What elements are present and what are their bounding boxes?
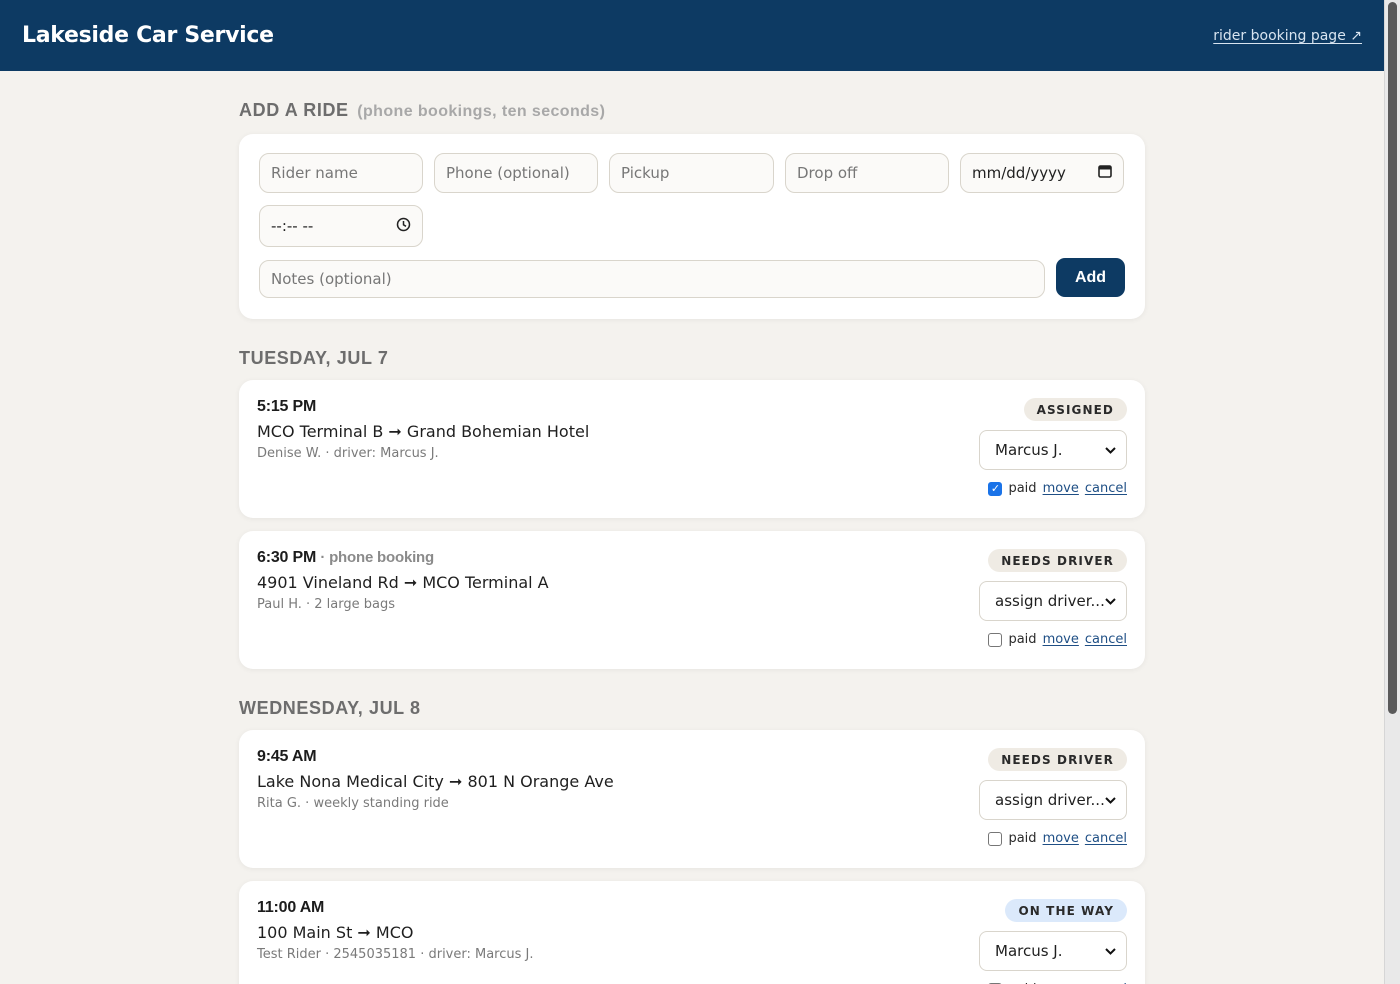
rider-name-placeholder: Rider name [271,164,358,182]
driver-select[interactable]: Marcus J. [979,931,1127,971]
paid-checkbox[interactable] [988,632,1003,647]
phone-placeholder: Phone (optional) [446,164,570,182]
cancel-link[interactable]: cancel [1085,481,1127,496]
time-input[interactable]: --:-- -- [259,205,423,247]
cancel-link[interactable]: cancel [1085,831,1127,846]
driver-select-value: Marcus J. [995,441,1063,459]
add-ride-title: ADD A RIDE [239,100,349,120]
ride-time-value: 5:15 PM [257,398,317,415]
add-ride-subtitle: (phone bookings, ten seconds) [357,103,606,120]
rider-name-input[interactable]: Rider name [259,153,423,193]
notes-placeholder: Notes (optional) [271,270,392,288]
add-ride-button[interactable]: Add [1056,258,1125,297]
notes-input[interactable]: Notes (optional) [259,260,1045,298]
paid-label: paid [1008,481,1037,496]
ride-actions: paid move cancel [988,831,1127,846]
date-placeholder: mm/dd/yyyy [972,164,1066,182]
rider-booking-link[interactable]: rider booking page ↗ [1213,28,1362,44]
ride-actions: ✓ paid move cancel [988,481,1127,496]
clock-icon[interactable] [396,217,411,236]
date-input[interactable]: mm/dd/yyyy [960,153,1124,193]
status-badge: NEEDS DRIVER [988,549,1127,572]
dropoff-placeholder: Drop off [797,164,858,182]
time-placeholder: --:-- -- [271,217,314,235]
calendar-icon[interactable] [1098,164,1112,182]
paid-checkbox[interactable]: ✓ [988,481,1003,496]
paid-checkbox[interactable] [988,831,1003,846]
move-link[interactable]: move [1043,481,1079,496]
app-title: Lakeside Car Service [22,23,274,48]
ride-time: 5:15 PM [257,398,1127,416]
dropoff-input[interactable]: Drop off [785,153,949,193]
chevron-down-icon [1105,594,1116,608]
chevron-down-icon [1105,793,1116,807]
paid-label: paid [1008,632,1037,647]
driver-select-value: assign driver... [995,592,1105,610]
paid-label: paid [1008,831,1037,846]
ride-card: 11:00 AM 100 Main St ➞ MCO Test Rider · … [239,881,1145,984]
phone-input[interactable]: Phone (optional) [434,153,598,193]
ride-time: 11:00 AM [257,899,1127,917]
ride-time-value: 11:00 AM [257,899,325,916]
ride-time-value: 9:45 AM [257,748,317,765]
add-ride-form: Rider name Phone (optional) Pickup Drop … [239,134,1145,319]
move-link[interactable]: move [1043,632,1079,647]
pickup-placeholder: Pickup [621,164,670,182]
driver-select[interactable]: Marcus J. [979,430,1127,470]
driver-select[interactable]: assign driver... [979,780,1127,820]
driver-select-value: Marcus J. [995,942,1063,960]
ride-card: 9:45 AM Lake Nona Medical City ➞ 801 N O… [239,730,1145,868]
ride-card: 5:15 PM MCO Terminal B ➞ Grand Bohemian … [239,380,1145,518]
scrollbar-thumb[interactable] [1388,2,1397,714]
ride-time-value: 6:30 PM [257,549,317,566]
cancel-link[interactable]: cancel [1085,632,1127,647]
ride-actions: paid move cancel [988,632,1127,647]
status-badge: ON THE WAY [1005,899,1127,922]
ride-card: 6:30 PM · phone booking 4901 Vineland Rd… [239,531,1145,669]
scrollbar[interactable] [1384,0,1400,984]
move-link[interactable]: move [1043,831,1079,846]
chevron-down-icon [1105,944,1116,958]
day-heading: TUESDAY, JUL 7 [239,348,389,368]
top-bar: Lakeside Car Service rider booking page … [0,0,1384,71]
status-badge: ASSIGNED [1023,398,1127,421]
main-content: ADD A RIDE (phone bookings, ten seconds)… [239,71,1145,984]
chevron-down-icon [1105,443,1116,457]
add-ride-heading: ADD A RIDE (phone bookings, ten seconds) [239,100,1145,122]
driver-select[interactable]: assign driver... [979,581,1127,621]
day-heading: WEDNESDAY, JUL 8 [239,698,421,718]
driver-select-value: assign driver... [995,791,1105,809]
pickup-input[interactable]: Pickup [609,153,774,193]
ride-tag: · phone booking [320,549,434,566]
status-badge: NEEDS DRIVER [988,748,1127,771]
